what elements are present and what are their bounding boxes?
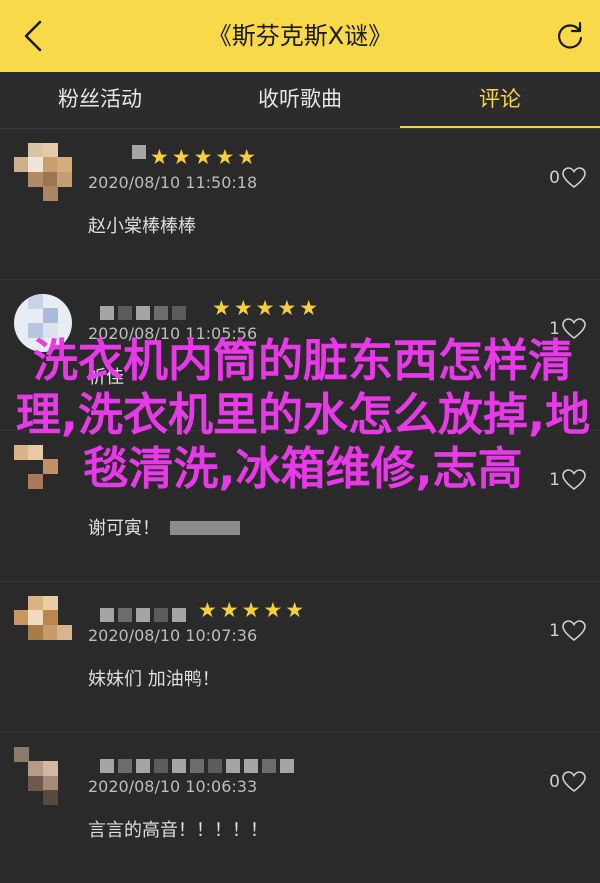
like-button[interactable]: 0 (549, 167, 586, 189)
comment-timestamp: 2020/08/10 11:50:18 (88, 173, 258, 192)
username-obscured (100, 759, 294, 773)
chevron-left-icon (24, 20, 42, 52)
comment-text: 谢可寅！ (88, 518, 160, 539)
rating-stars: ★★★★★ (150, 145, 260, 169)
refresh-button[interactable] (552, 18, 588, 54)
username-obscured (100, 306, 186, 320)
avatar[interactable] (14, 143, 72, 201)
overlay-banner-text: 洗衣机内筒的脏东西怎样清理,洗衣机里的水怎么放掉,地毯清洗,冰箱维修,志高 (15, 334, 591, 495)
tab-comments[interactable]: 评论 (400, 72, 600, 128)
comment-timestamp: 2020/08/10 10:07:36 (88, 626, 258, 645)
like-count: 1 (549, 621, 560, 641)
active-tab-indicator (400, 126, 600, 128)
tab-bar: 粉丝活动 收听歌曲 评论 (0, 72, 600, 129)
username-obscured (100, 608, 186, 622)
comment-item: ★★★★★ 2020/08/10 11:50:18 0 赵小棠棒棒棒 (0, 129, 600, 280)
comment-timestamp: 2020/08/10 10:06:33 (88, 777, 258, 796)
back-button[interactable] (14, 16, 54, 56)
like-button[interactable]: 0 (549, 771, 586, 793)
username-obscured (132, 145, 146, 159)
rating-stars: ★★★★★ (212, 296, 322, 320)
top-bar: 《斯芬克斯Ⅹ谜》 (0, 0, 600, 72)
heart-icon (562, 771, 586, 793)
heart-icon (562, 620, 586, 642)
avatar[interactable] (14, 596, 72, 654)
comment-text: 言言的高音！！！！！ (88, 820, 268, 841)
comment-item: 2020/08/10 10:06:33 0 言言的高音！！！！！ (0, 733, 600, 883)
comment-item: ★★★★★ 2020/08/10 10:07:36 1 妹妹们 加油鸭！ (0, 582, 600, 733)
page-title: 《斯芬克斯Ⅹ谜》 (207, 22, 393, 50)
heart-icon (562, 167, 586, 189)
tab-listen-songs[interactable]: 收听歌曲 (200, 72, 400, 128)
comment-text: 赵小棠棒棒棒 (88, 216, 196, 237)
like-count: 0 (549, 168, 560, 188)
tab-fan-activity[interactable]: 粉丝活动 (0, 72, 200, 128)
avatar[interactable] (14, 747, 72, 805)
like-button[interactable]: 1 (549, 620, 586, 642)
rating-stars: ★★★★★ (198, 598, 308, 622)
refresh-icon (558, 21, 583, 49)
comment-text: 妹妹们 加油鸭！ (88, 669, 220, 690)
like-count: 0 (549, 772, 560, 792)
obscured-emoji (170, 521, 240, 535)
